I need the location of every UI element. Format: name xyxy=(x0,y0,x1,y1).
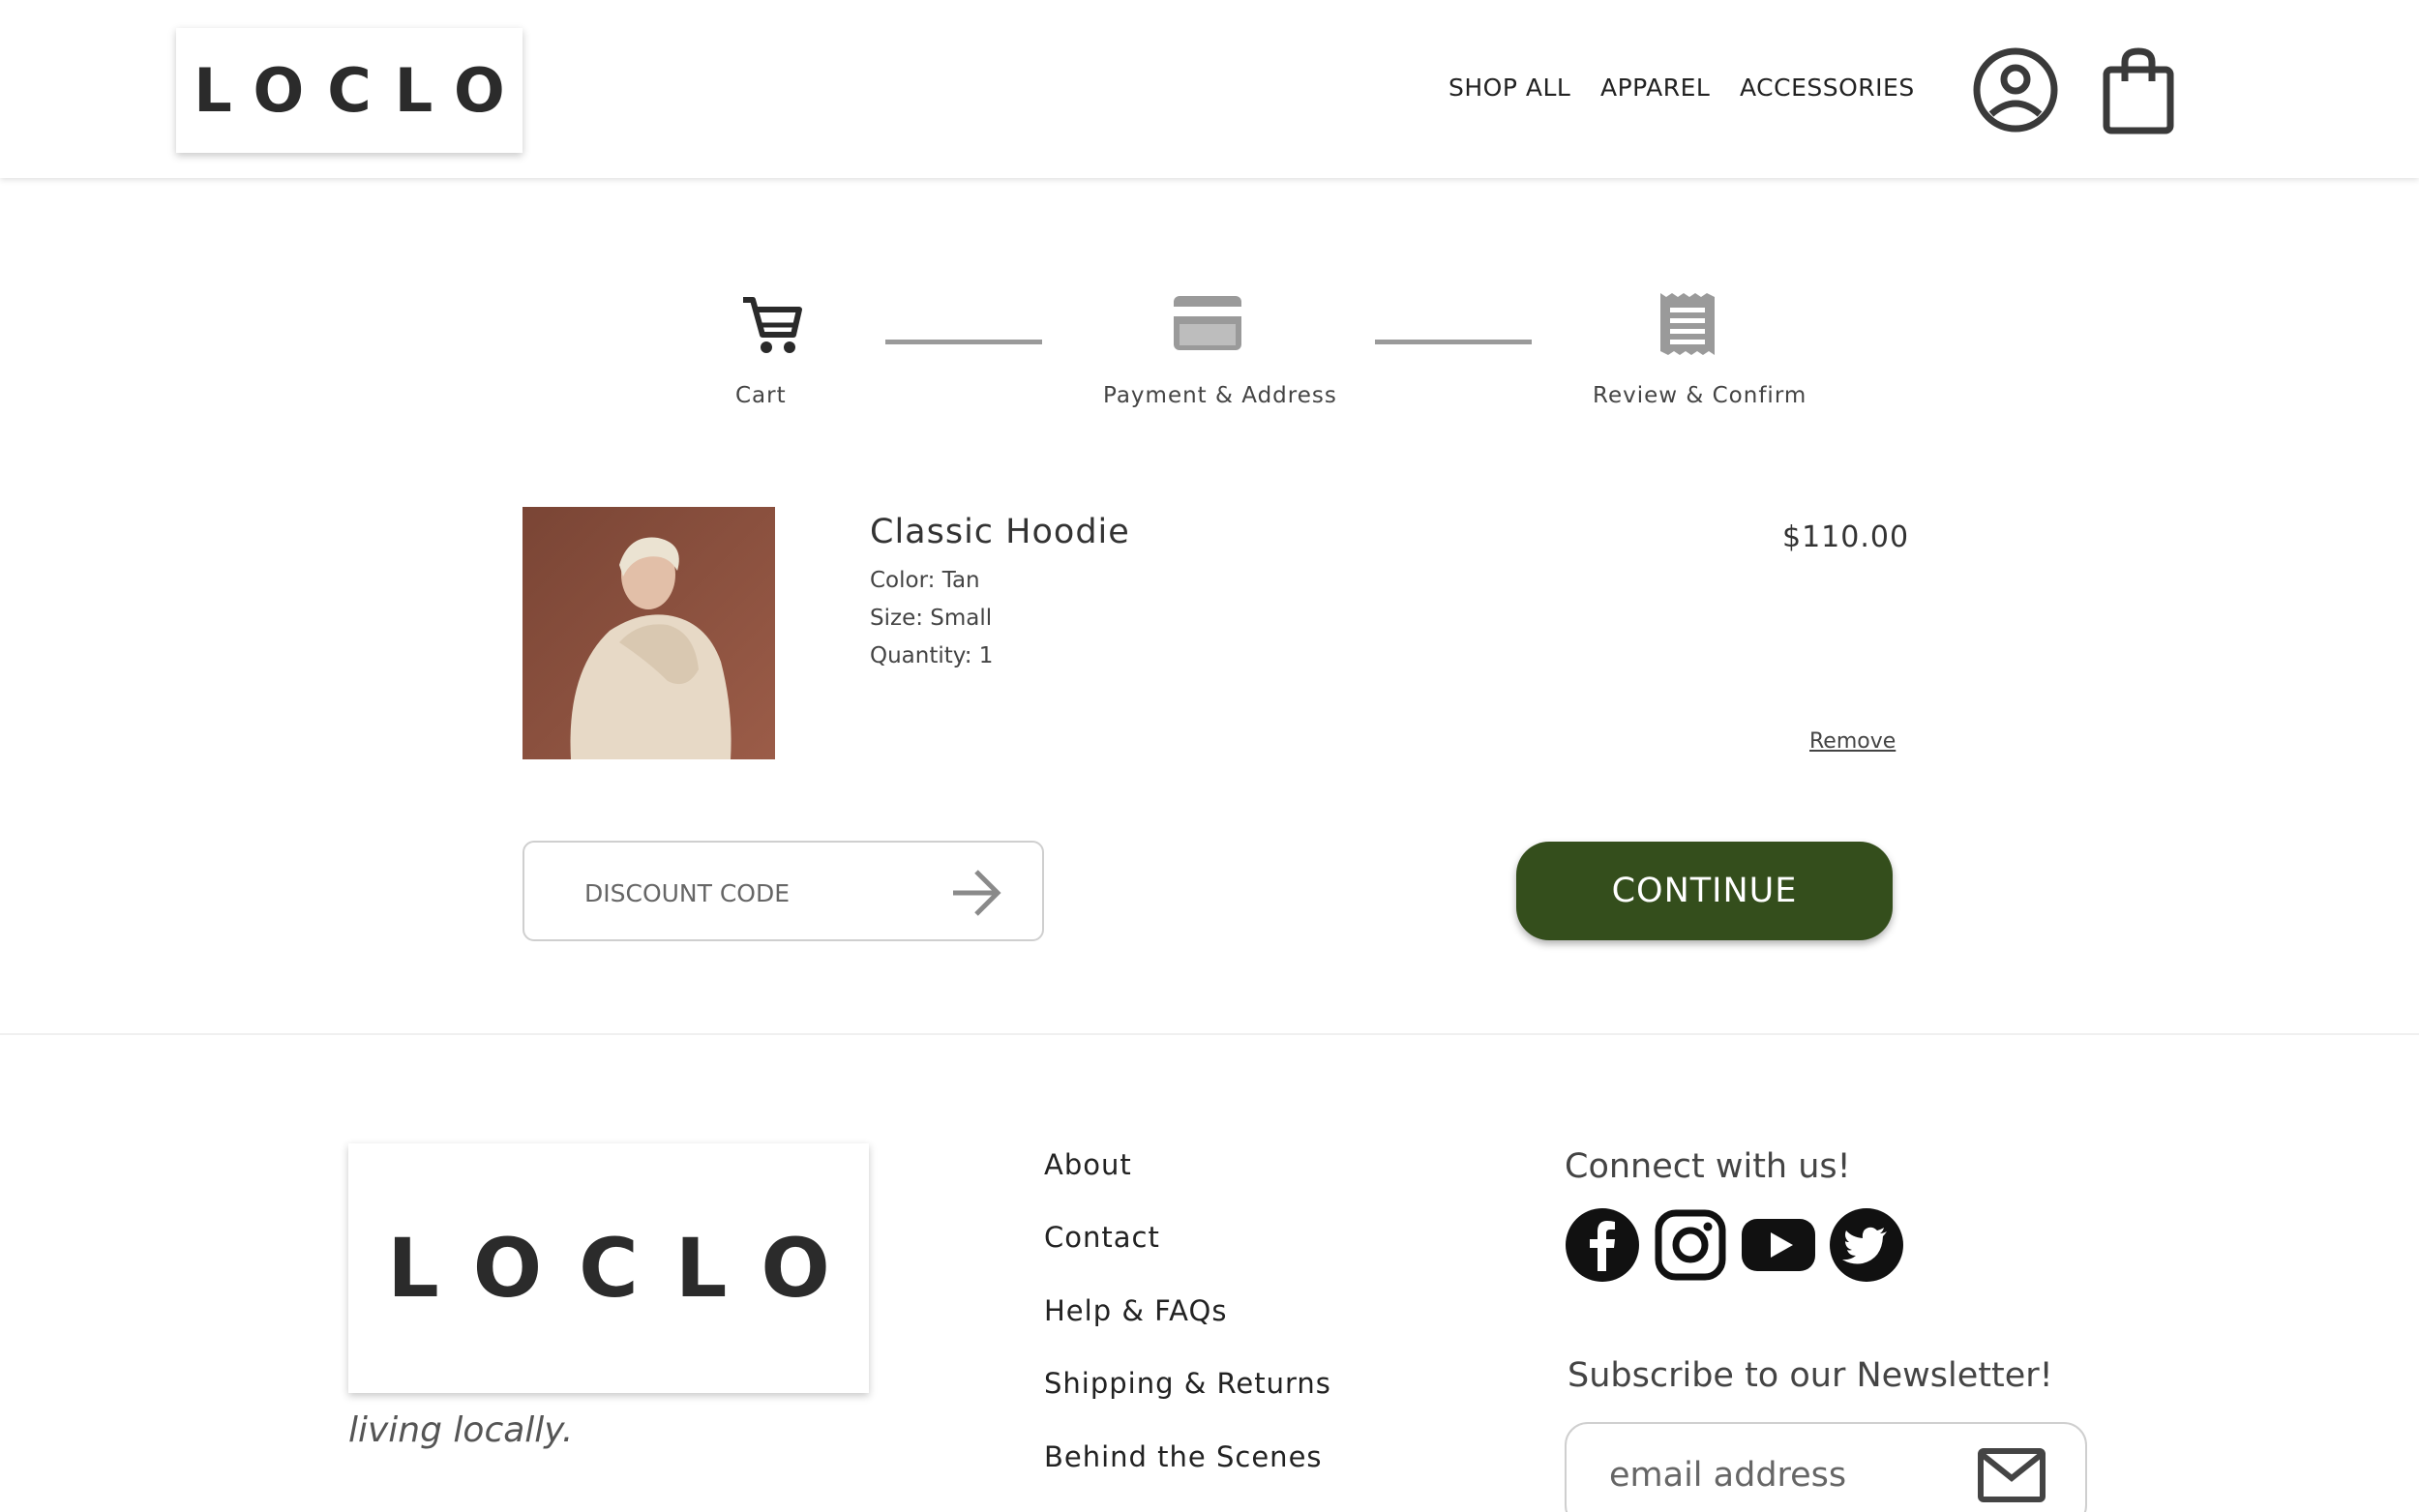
step-label-review: Review & Confirm xyxy=(1593,383,1807,408)
mail-icon[interactable] xyxy=(1977,1447,2046,1503)
step-label-payment: Payment & Address xyxy=(1103,383,1337,408)
nav-apparel[interactable]: APPAREL xyxy=(1600,74,1710,102)
footer-logo[interactable]: LOCLO xyxy=(348,1143,869,1393)
product-size: Size: Small xyxy=(870,606,993,631)
newsletter-field[interactable] xyxy=(1565,1422,2087,1512)
facebook-icon[interactable] xyxy=(1565,1207,1640,1283)
email-input[interactable] xyxy=(1609,1451,1957,1499)
user-circle-icon[interactable] xyxy=(1972,46,2059,133)
footer-link-about[interactable]: About xyxy=(1044,1148,1132,1181)
step-connector xyxy=(1375,340,1532,344)
footer-link-behind-scenes[interactable]: Behind the Scenes xyxy=(1044,1440,1323,1473)
product-price: $110.00 xyxy=(1782,520,1910,554)
nav-shop-all[interactable]: SHOP ALL xyxy=(1448,74,1570,102)
footer-link-help[interactable]: Help & FAQs xyxy=(1044,1294,1227,1327)
discount-code-field[interactable] xyxy=(523,841,1044,941)
section-divider xyxy=(0,1033,2419,1035)
discount-code-input[interactable] xyxy=(584,874,952,912)
step-label-cart: Cart xyxy=(735,383,787,408)
footer-logo-text: LOCLO xyxy=(387,1221,867,1316)
site-header: LOCLO SHOP ALL APPAREL ACCESSORIES xyxy=(0,0,2419,178)
nav-accessories[interactable]: ACCESSORIES xyxy=(1740,74,1915,102)
step-connector xyxy=(885,340,1042,344)
cart-icon xyxy=(743,297,802,353)
product-quantity: Quantity: 1 xyxy=(870,643,994,668)
shopping-bag-icon[interactable] xyxy=(2102,46,2175,135)
twitter-icon[interactable] xyxy=(1829,1207,1904,1283)
product-image[interactable] xyxy=(523,507,775,759)
product-color: Color: Tan xyxy=(870,568,980,593)
logo-text: LOCLO xyxy=(194,55,528,126)
product-name[interactable]: Classic Hoodie xyxy=(870,513,1130,551)
continue-button[interactable]: CONTINUE xyxy=(1516,842,1893,940)
newsletter-title: Subscribe to our Newsletter! xyxy=(1568,1356,2053,1395)
credit-card-icon xyxy=(1174,296,1241,350)
instagram-icon[interactable] xyxy=(1653,1207,1728,1283)
header-logo[interactable]: LOCLO xyxy=(176,28,523,153)
youtube-icon[interactable] xyxy=(1741,1207,1816,1283)
receipt-icon xyxy=(1660,293,1715,355)
footer-link-shipping[interactable]: Shipping & Returns xyxy=(1044,1367,1331,1400)
tagline: living locally. xyxy=(348,1410,574,1450)
footer-link-contact[interactable]: Contact xyxy=(1044,1221,1160,1254)
arrow-right-icon[interactable] xyxy=(947,864,1005,922)
connect-title: Connect with us! xyxy=(1565,1147,1851,1186)
remove-item-link[interactable]: Remove xyxy=(1809,729,1896,754)
